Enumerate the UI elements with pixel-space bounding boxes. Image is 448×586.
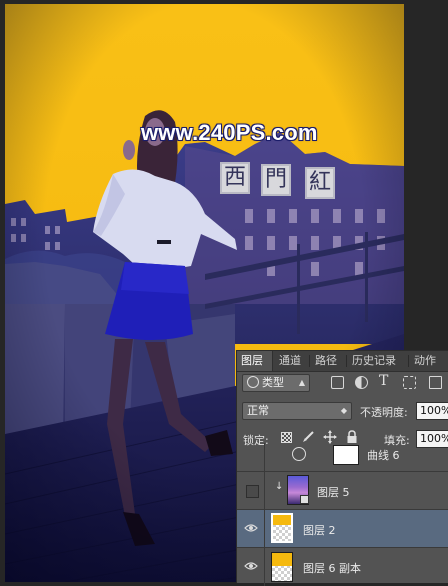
eye-icon [244,524,258,532]
layer-name: 曲线 6 [367,449,400,462]
layer-row[interactable]: 曲线 6 [237,443,448,471]
panel-tab-bar: 图层 通道 路径 历史记录 动作 [237,351,448,372]
eye-toggle[interactable] [237,443,265,471]
tab-layers[interactable]: 图层 [237,351,273,371]
updown-arrow-icon: ▲ [298,378,305,387]
tab-paths[interactable]: 路径 [311,351,341,371]
visibility-box-icon [246,485,259,498]
tab-separator [309,355,310,367]
shape-filter-icon[interactable] [403,376,416,389]
watermark-text: www.240PS.com [141,120,318,145]
sign-char-3: 紅 [305,167,335,199]
filter-kind-label: 类型 [262,376,284,389]
tab-channels[interactable]: 通道 [275,351,305,371]
smart-object-filter-icon[interactable] [429,376,442,389]
layer-row[interactable]: 图层 2 [237,509,448,548]
adjustment-filter-icon[interactable] [355,376,368,389]
blend-mode-select[interactable]: 正常 ◆ [242,402,352,420]
eye-toggle[interactable] [237,548,265,586]
eye-icon [244,562,258,570]
padlock-icon[interactable] [346,430,358,444]
sign-char-2: 門 [261,164,291,196]
image-filter-icon[interactable] [331,376,344,389]
layer-mask-thumbnail [333,445,359,465]
tab-separator [346,355,347,367]
text-filter-icon[interactable]: T [379,373,388,389]
layer-thumbnail [271,513,293,543]
search-icon [247,376,259,388]
tab-history[interactable]: 历史记录 [348,351,400,371]
layer-thumbnail [271,552,293,582]
eye-toggle[interactable] [237,510,265,548]
layer-filter-select[interactable]: 类型 ▲ [242,374,310,392]
tab-actions[interactable]: 动作 [410,351,440,371]
layer-name: 图层 2 [303,524,336,537]
layer-row[interactable]: ↓ 图层 5 [237,471,448,510]
tab-separator [408,355,409,367]
chevron-down-icon: ◆ [340,406,347,415]
checkerboard-lock-icon[interactable] [281,432,292,443]
clipping-arrow-icon: ↓ [275,481,284,492]
curves-adjustment-icon [292,447,306,461]
layers-panel: 图层 通道 路径 历史记录 动作 类型 ▲ T 正常 ◆ 不透明度: 100% … [236,350,448,586]
layer-name: 图层 6 副本 [303,562,361,575]
layer-row[interactable]: 图层 6 副本 [237,547,448,586]
opacity-label: 不透明度: [360,406,408,419]
move-lock-icon[interactable] [323,430,337,444]
layer-name: 图层 5 [317,486,350,499]
brush-lock-icon[interactable] [301,430,315,444]
sign-char-1: 西 [220,162,250,194]
smart-object-badge-icon [300,495,309,504]
blend-mode-value: 正常 [247,404,269,417]
opacity-input[interactable]: 100% [416,402,448,420]
eye-toggle[interactable] [237,472,265,510]
